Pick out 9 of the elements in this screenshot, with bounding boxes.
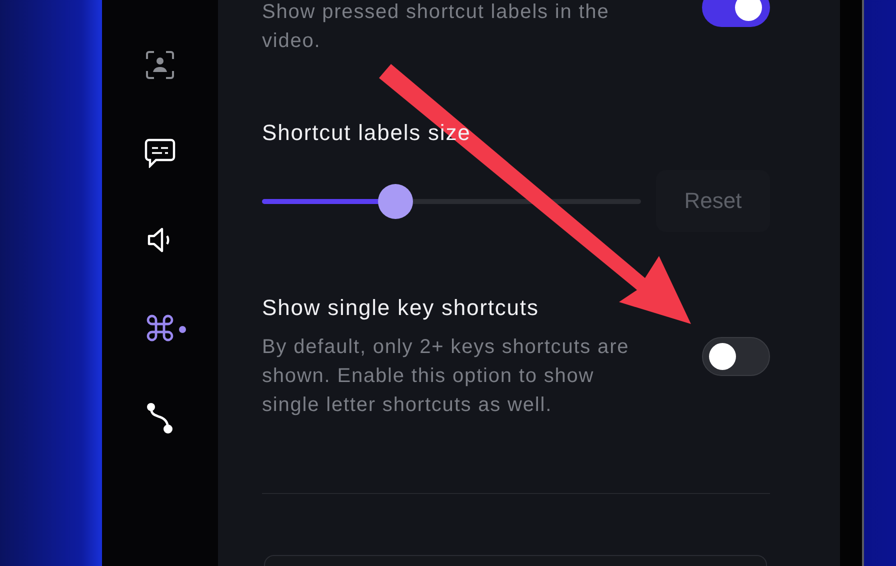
person-scan-icon [145, 50, 175, 80]
route-icon [146, 402, 174, 434]
command-key-icon [146, 314, 174, 342]
active-dot [179, 326, 186, 333]
toggle-switch[interactable] [702, 337, 770, 376]
subtitles-icon [144, 138, 176, 168]
setting-description: Show pressed shortcut labels in the video. [262, 0, 610, 54]
setting-title: Show single key shortcuts [262, 295, 539, 321]
setting-description: By default, only 2+ keys shortcuts are shown. Enable this option to show single letter shortcuts as well. [262, 335, 630, 418]
